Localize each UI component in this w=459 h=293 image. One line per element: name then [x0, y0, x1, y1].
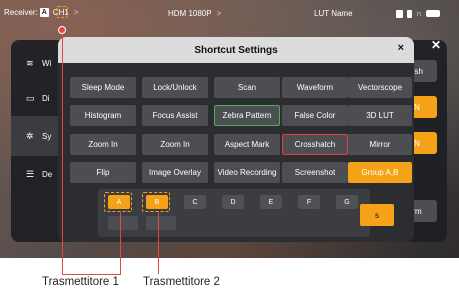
shortcut-screenshot[interactable]: Screenshot [282, 162, 348, 183]
shortcut-histogram[interactable]: Histogram [70, 105, 136, 126]
close-icon[interactable]: ✕ [431, 38, 441, 52]
shortcut-false-color[interactable]: False Color [282, 105, 348, 126]
transmitter-2-label: Trasmettitore 2 [143, 276, 220, 288]
group-button-g[interactable]: G [336, 195, 358, 209]
shortcut-waveform[interactable]: Waveform [282, 77, 348, 98]
record-icon [396, 9, 403, 18]
monitor-screen: Receiver: A CH1 > HDM 1080P > LUT Name ∩… [0, 0, 459, 258]
shortcut-sleep-mode[interactable]: Sleep Mode [70, 77, 136, 98]
sidebar-item-label: De [42, 169, 53, 179]
shortcut-crosshatch[interactable]: Crosshatch [282, 134, 348, 155]
shortcut-scan[interactable]: Scan [214, 77, 280, 98]
hdmi-chevron-icon: > [216, 9, 222, 18]
receiver-badge: A [39, 8, 49, 17]
hdmi-label: HDM 1080P [168, 9, 212, 18]
shortcut-3d-lut[interactable]: 3D LUT [348, 105, 412, 126]
group-selector-panel: A B C D E F G [98, 189, 370, 237]
sd-card-icon [407, 9, 412, 18]
shortcut-group-ab[interactable]: Group A,B [348, 162, 412, 183]
group-button-e[interactable]: E [260, 195, 282, 209]
shortcut-zoom-in-1[interactable]: Zoom In [70, 134, 136, 155]
display-icon: ▭ [26, 93, 35, 103]
callout-line [62, 34, 63, 274]
wifi-icon: ≋ [26, 58, 34, 68]
lut-name[interactable]: LUT Name [314, 9, 353, 18]
group-button-c[interactable]: C [184, 195, 206, 209]
sidebar-item-label: Sy [42, 131, 52, 141]
apply-button[interactable]: s [360, 204, 394, 226]
gear-icon: ✲ [26, 131, 34, 141]
callout-line [158, 212, 159, 274]
group-button-d[interactable]: D [222, 195, 244, 209]
channel-chevron-icon: > [73, 8, 79, 17]
callout-line [120, 212, 121, 274]
shortcut-zebra-pattern[interactable]: Zebra Pattern [214, 105, 280, 126]
shortcut-focus-assist[interactable]: Focus Assist [142, 105, 208, 126]
shortcut-lock-unlock[interactable]: Lock/Unlock [142, 77, 208, 98]
receiver-label: Receiver: [4, 8, 38, 17]
sidebar-item-label: Di [42, 93, 50, 103]
callout-dot [58, 26, 66, 34]
sidebar-item-label: Wi [42, 58, 52, 68]
status-icons: ∩ [396, 9, 440, 18]
status-bar: Receiver: A CH1 > HDM 1080P > LUT Name ∩ [0, 0, 459, 24]
shortcut-video-recording[interactable]: Video Recording [214, 162, 280, 183]
callout-line [62, 274, 121, 275]
shortcut-mirror[interactable]: Mirror [348, 134, 412, 155]
dialog-title: Shortcut Settings [194, 44, 278, 56]
group-button-blank-1[interactable] [108, 216, 138, 230]
battery-icon [425, 10, 440, 17]
transmitter-1-label: Trasmettitore 1 [42, 276, 119, 288]
headphone-icon: ∩ [416, 9, 422, 18]
group-button-f[interactable]: F [298, 195, 320, 209]
device-icon: ☰ [26, 169, 35, 179]
dialog-close-button[interactable]: × [398, 42, 404, 54]
group-button-blank-2[interactable] [146, 216, 176, 230]
highlight-group-a [104, 192, 132, 212]
shortcut-image-overlay[interactable]: Image Overlay [142, 162, 208, 183]
shortcut-aspect-mark[interactable]: Aspect Mark [214, 134, 280, 155]
dialog-header: Shortcut Settings × [58, 37, 414, 63]
hdmi-indicator[interactable]: HDM 1080P > [168, 9, 221, 18]
shortcut-zoom-in-2[interactable]: Zoom In [142, 134, 208, 155]
shortcut-flip[interactable]: Flip [70, 162, 136, 183]
highlight-receiver-badge [56, 6, 68, 18]
highlight-group-b [142, 192, 170, 212]
shortcut-vectorscope[interactable]: Vectorscope [348, 77, 412, 98]
